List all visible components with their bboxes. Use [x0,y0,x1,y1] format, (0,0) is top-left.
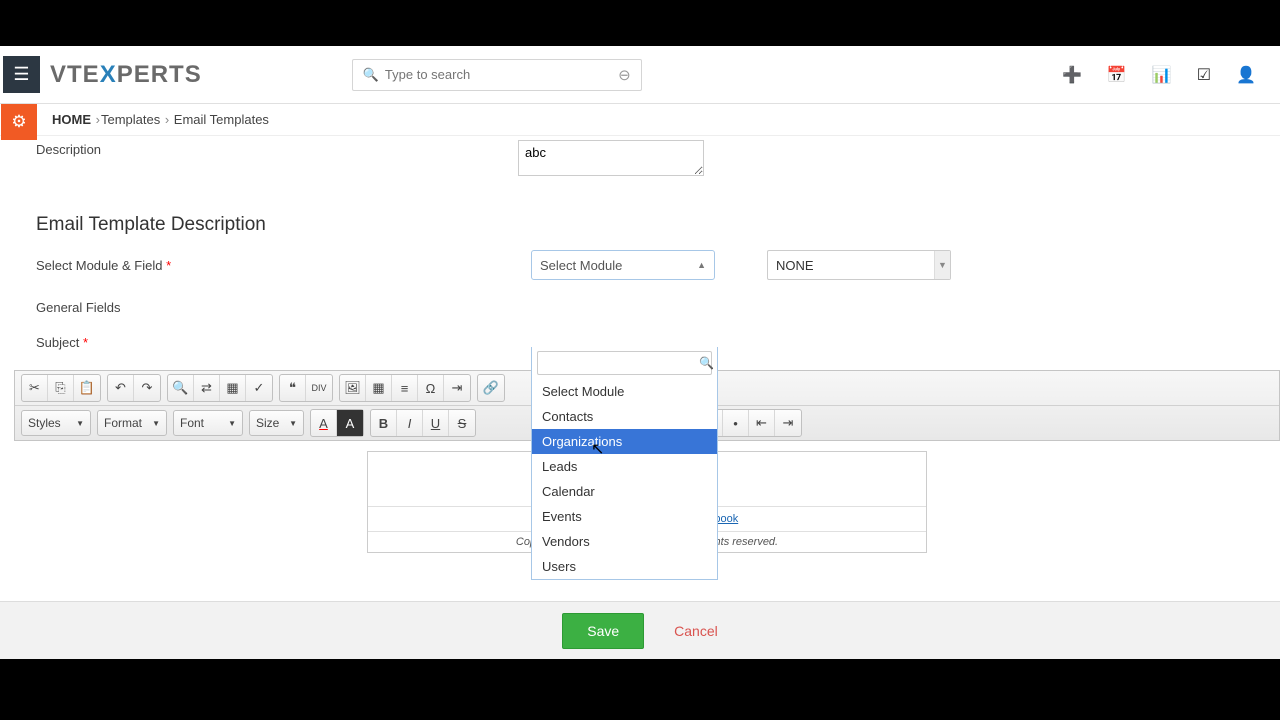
spellcheck-icon[interactable]: ✓ [246,375,272,401]
strike-icon[interactable]: S [449,410,475,436]
general-fields-label: General Fields [36,300,531,315]
dropdown-option[interactable]: Events [532,504,717,529]
textcolor-icon[interactable]: A [311,410,337,436]
description-field[interactable]: abc [518,140,704,176]
module-select[interactable]: Select Module▲ [531,250,715,280]
copy-icon[interactable]: ⎘ [48,375,74,401]
user-icon[interactable]: 👤 [1236,65,1256,85]
find-icon[interactable]: 🔍 [168,375,194,401]
image-icon[interactable]: 🖼 [340,375,366,401]
undo-icon[interactable]: ↶ [108,375,134,401]
div-icon[interactable]: DIV [306,375,332,401]
breadcrumb-home[interactable]: HOME [52,112,91,127]
cancel-button[interactable]: Cancel [674,623,718,639]
chevron-up-icon: ▲ [697,260,706,270]
dropdown-search-input[interactable] [544,356,699,370]
dropdown-option[interactable]: Select Module [532,379,717,404]
link-icon[interactable]: 🔗 [478,375,504,401]
italic-icon[interactable]: I [397,410,423,436]
search-clear-icon[interactable]: ⊖ [618,66,631,84]
indent-icon[interactable]: ⇥ [775,410,801,436]
chevron-down-icon: ▼ [934,251,950,279]
global-search[interactable]: 🔍 ⊖ [352,59,642,91]
logo: VTEXPERTS [50,61,202,89]
bulletlist-icon[interactable]: • [723,410,749,436]
underline-icon[interactable]: U [423,410,449,436]
styles-select[interactable]: Styles▼ [21,410,91,436]
paste-icon[interactable]: 📋 [74,375,100,401]
breadcrumb-email[interactable]: Email Templates [174,112,269,127]
selectall-icon[interactable]: ▦ [220,375,246,401]
search-icon: 🔍 [699,356,714,370]
bold-icon[interactable]: B [371,410,397,436]
section-title: Email Template Description [36,196,1260,250]
dropdown-option[interactable]: Organizations [532,429,717,454]
format-select[interactable]: Format▼ [97,410,167,436]
breadcrumb: HOME ›Templates › Email Templates [0,104,1280,136]
action-footer: Save Cancel [0,601,1280,659]
cut-icon[interactable]: ✂ [22,375,48,401]
font-select[interactable]: Font▼ [173,410,243,436]
dropdown-option[interactable]: Users [532,554,717,579]
search-input[interactable] [385,67,618,82]
bgcolor-icon[interactable]: A [337,410,363,436]
module-label: Select Module & Field [36,258,162,273]
outdent-icon[interactable]: ⇤ [749,410,775,436]
blockquote-icon[interactable]: ❝ [280,375,306,401]
dropdown-option[interactable]: Leads [532,454,717,479]
chart-icon[interactable]: 📊 [1152,65,1172,85]
search-icon: 🔍 [363,67,379,83]
module-dropdown: 🔍 Select ModuleContactsOrganizationsLead… [531,347,718,580]
top-header: ☰ VTEXPERTS 🔍 ⊖ ➕ 📅 📊 ☑ 👤 [0,46,1280,104]
specialchar-icon[interactable]: Ω [418,375,444,401]
replace-icon[interactable]: ⇄ [194,375,220,401]
add-icon[interactable]: ➕ [1062,65,1082,85]
pagebreak-icon[interactable]: ⇥ [444,375,470,401]
redo-icon[interactable]: ↷ [134,375,160,401]
dropdown-option[interactable]: Contacts [532,404,717,429]
description-label: Description [36,140,518,157]
breadcrumb-templates[interactable]: Templates [101,112,160,127]
settings-icon[interactable]: ⚙ [1,104,37,140]
dropdown-option[interactable]: Calendar [532,479,717,504]
field-select[interactable]: NONE▼ [767,250,951,280]
hamburger-menu-icon[interactable]: ☰ [3,56,40,93]
calendar-icon[interactable]: 📅 [1107,65,1127,85]
table-icon[interactable]: ▦ [366,375,392,401]
subject-label: Subject [36,335,79,350]
dropdown-option[interactable]: Vendors [532,529,717,554]
check-icon[interactable]: ☑ [1197,65,1211,85]
hr-icon[interactable]: ≡ [392,375,418,401]
save-button[interactable]: Save [562,613,644,649]
size-select[interactable]: Size▼ [249,410,304,436]
